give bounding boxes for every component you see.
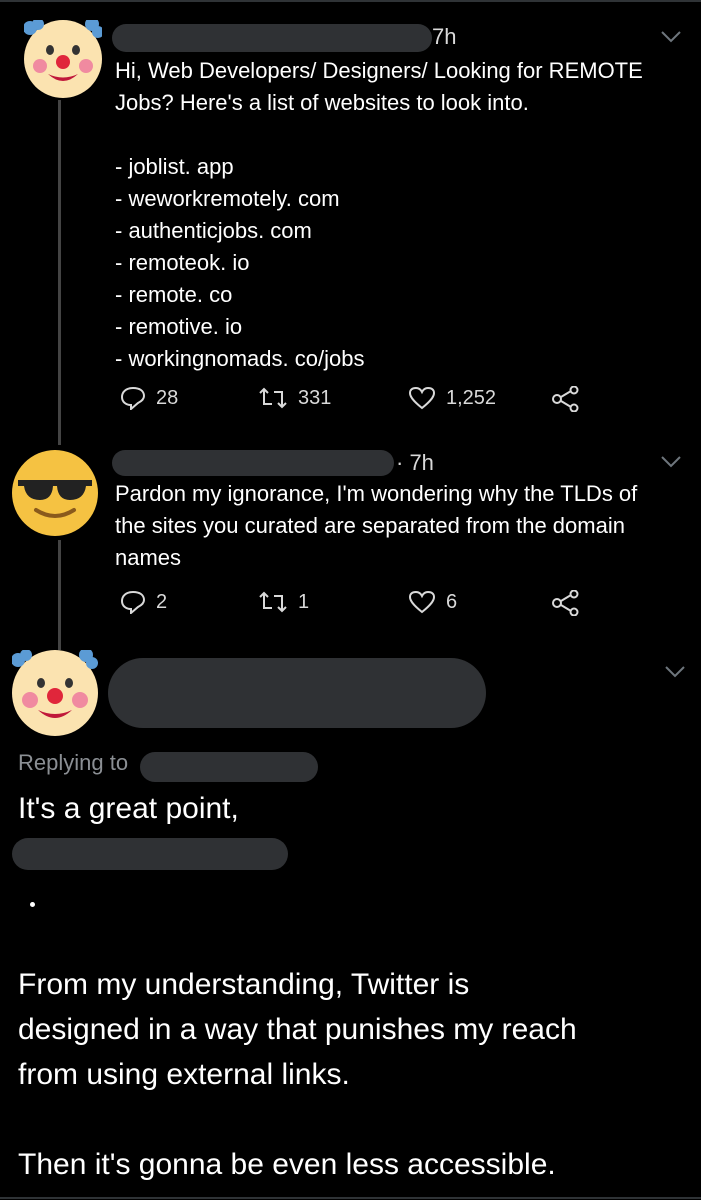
reply-count: 2 (156, 590, 168, 613)
heart-icon (408, 386, 436, 410)
like-button[interactable]: 6 (408, 590, 457, 614)
tweet-text: Pardon my ignorance, I'm wondering why t… (115, 481, 638, 570)
reply-button[interactable]: 28 (120, 386, 178, 410)
share-button[interactable] (552, 590, 580, 616)
clown-face-icon (23, 17, 104, 97)
thread-line (58, 100, 61, 445)
tweet-time: 7h (432, 24, 457, 49)
avatar-clown[interactable] (11, 648, 98, 736)
redacted-mention[interactable] (140, 752, 318, 782)
chevron-down-icon[interactable] (664, 665, 686, 679)
retweet-icon (259, 387, 287, 409)
tweet-text-line1: It's a great point, (18, 792, 239, 825)
chevron-down-icon[interactable] (660, 455, 682, 469)
retweet-count: 1 (298, 590, 310, 613)
replying-to-label: Replying to (18, 750, 129, 775)
bottom-divider (0, 1197, 701, 1199)
reply-icon (120, 386, 146, 410)
like-count: 1,252 (446, 386, 497, 409)
thread-line (58, 540, 61, 650)
heart-icon (408, 590, 436, 614)
share-button[interactable] (552, 386, 580, 412)
like-button[interactable]: 1,252 (408, 386, 496, 410)
share-icon (552, 386, 579, 412)
reply-button[interactable]: 2 (120, 590, 167, 614)
retweet-count: 331 (298, 386, 332, 409)
top-divider (0, 0, 701, 2)
clown-face-icon (11, 648, 98, 735)
redacted-username (112, 450, 394, 476)
tweet-text-body: From my understanding, Twitter is design… (18, 968, 577, 1181)
sunglasses-face-icon (13, 451, 97, 535)
redacted-username (112, 24, 432, 52)
reply-icon (120, 590, 146, 614)
retweet-button[interactable]: 331 (258, 386, 331, 410)
like-count: 6 (446, 590, 458, 613)
retweet-icon (259, 591, 287, 613)
redacted-display-name (108, 658, 486, 728)
chevron-down-icon[interactable] (660, 30, 682, 44)
retweet-button[interactable]: 1 (258, 590, 309, 614)
avatar-sunglasses[interactable] (12, 450, 98, 536)
reply-count: 28 (156, 386, 179, 409)
tweet-text: Hi, Web Developers/ Designers/ Looking f… (115, 58, 643, 371)
avatar-clown[interactable] (23, 17, 104, 98)
redacted-mention[interactable] (12, 838, 288, 870)
dot-mark (30, 902, 35, 907)
tweet-time: · 7h (396, 450, 434, 475)
share-icon (552, 590, 579, 616)
